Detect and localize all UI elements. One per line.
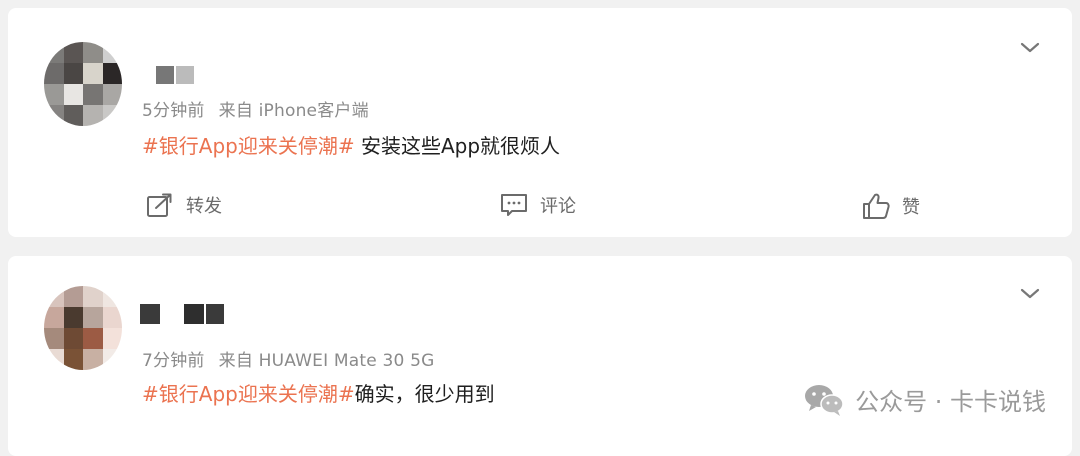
topic-link[interactable]: #银行App迎来关停潮# — [142, 382, 355, 406]
post-meta: 5分钟前 来自 iPhone客户端 — [142, 96, 369, 121]
repost-icon — [147, 193, 172, 217]
post-meta: 7分钟前 来自 HUAWEI Mate 30 5G — [142, 346, 435, 371]
comment-icon — [501, 194, 527, 216]
post-source: 来自 iPhone客户端 — [218, 101, 369, 121]
comment-label: 评论 — [540, 196, 576, 217]
post-card-2: 7分钟前 来自 HUAWEI Mate 30 5G #银行App迎来关停潮#确实，… — [8, 256, 1072, 456]
avatar[interactable] — [44, 286, 122, 370]
chevron-down-icon[interactable] — [1020, 284, 1040, 304]
post-card-1: 5分钟前 来自 iPhone客户端 #银行App迎来关停潮# 安装这些App就很烦… — [8, 8, 1072, 237]
username-redacted[interactable] — [140, 304, 224, 324]
post-time: 7分钟前 — [142, 351, 205, 371]
like-icon — [863, 193, 890, 219]
watermark: 公众号 · 卡卡说钱 — [803, 382, 1046, 417]
post-time: 5分钟前 — [142, 101, 205, 121]
like-button[interactable]: 赞 — [862, 192, 920, 220]
like-label: 赞 — [902, 197, 920, 218]
topic-link[interactable]: #银行App迎来关停潮# — [142, 134, 355, 158]
repost-button[interactable]: 转发 — [146, 192, 222, 218]
avatar[interactable] — [44, 42, 122, 126]
username-redacted[interactable] — [156, 66, 194, 84]
repost-label: 转发 — [186, 196, 222, 217]
post-text: 确实，很少用到 — [354, 382, 495, 406]
comment-button[interactable]: 评论 — [500, 192, 576, 218]
post-content: #银行App迎来关停潮#确实，很少用到 — [142, 378, 495, 407]
post-text: 安装这些App就很烦人 — [354, 134, 561, 158]
watermark-text: 公众号 · 卡卡说钱 — [855, 388, 1046, 416]
post-content: #银行App迎来关停潮# 安装这些App就很烦人 — [142, 130, 560, 159]
chevron-down-icon[interactable] — [1020, 38, 1040, 58]
wechat-icon — [805, 384, 844, 416]
post-source: 来自 HUAWEI Mate 30 5G — [218, 351, 435, 371]
